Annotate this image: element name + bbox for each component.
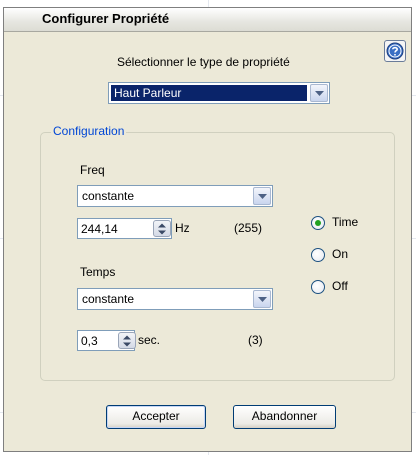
temps-unit: sec. xyxy=(138,333,161,347)
freq-mode-value: constante xyxy=(82,189,135,203)
radio-off-label: Off xyxy=(332,279,348,293)
freq-mode-select[interactable]: constante xyxy=(77,185,273,207)
temps-spinner[interactable] xyxy=(118,332,136,349)
dialog-title: Configurer Propriété xyxy=(42,11,170,26)
property-type-value: Haut Parleur xyxy=(111,85,307,101)
property-type-label: Sélectionner le type de propriété xyxy=(117,55,290,69)
dialog-titlebar: Configurer Propriété xyxy=(4,8,411,32)
property-type-select[interactable]: Haut Parleur xyxy=(108,82,330,104)
freq-raw-value: (255) xyxy=(234,221,263,235)
spin-up-down-icon xyxy=(158,223,166,235)
freq-label: Freq xyxy=(80,163,105,177)
dropdown-arrow-button[interactable] xyxy=(310,84,328,102)
temps-mode-select[interactable]: constante xyxy=(77,288,273,310)
chevron-down-icon xyxy=(315,91,324,96)
freq-unit: Hz xyxy=(175,221,190,235)
freq-spinner[interactable] xyxy=(153,220,171,237)
help-button[interactable] xyxy=(384,40,406,62)
radio-on-label: On xyxy=(332,247,349,261)
spin-up-down-icon xyxy=(123,335,131,347)
radio-off-circle[interactable] xyxy=(311,280,325,294)
accept-button[interactable]: Accepter xyxy=(106,405,206,429)
radio-on-circle[interactable] xyxy=(311,248,325,262)
temps-raw-value: (3) xyxy=(248,333,263,347)
configuration-group-title: Configuration xyxy=(51,124,127,138)
temps-mode-value: constante xyxy=(82,292,135,306)
radio-time-circle[interactable] xyxy=(311,216,325,230)
cancel-button[interactable]: Abandonner xyxy=(233,405,336,429)
chevron-down-icon xyxy=(258,297,267,302)
radio-selected-dot xyxy=(315,220,321,226)
temps-value: 0,3 xyxy=(81,334,98,348)
help-question-icon xyxy=(386,42,404,60)
temps-label: Temps xyxy=(80,265,116,279)
temps-dropdown-arrow[interactable] xyxy=(253,290,271,308)
chevron-down-icon xyxy=(258,194,267,199)
radio-time-label: Time xyxy=(332,215,359,229)
freq-value: 244,14 xyxy=(81,222,118,236)
freq-dropdown-arrow[interactable] xyxy=(253,187,271,205)
